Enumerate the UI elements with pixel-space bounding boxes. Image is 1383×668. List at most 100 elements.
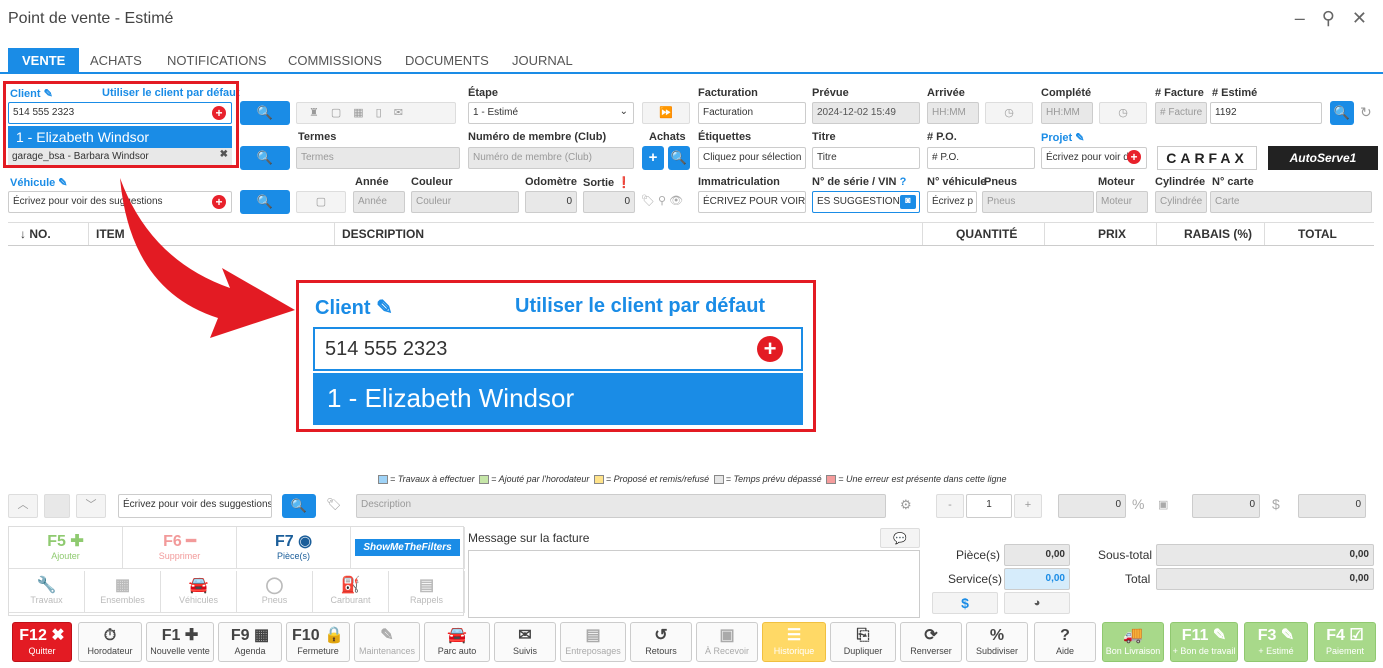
po-input[interactable]: # P.O. [927,147,1035,169]
ncarte-input[interactable]: Carte [1210,191,1372,213]
immatriculation-input[interactable]: ÉCRIVEZ POUR VOIR D [698,191,806,213]
quitter-button[interactable]: F12 ✖ Quitter [12,622,72,662]
etiquettes-select[interactable]: Cliquez pour sélection [698,147,806,169]
complete-clock-icon[interactable]: ◷ [1099,102,1147,124]
col-no[interactable]: ↓ NO. [20,227,51,241]
tab-documents[interactable]: DOCUMENTS [405,53,489,68]
ensembles-button[interactable]: ▦ Ensembles [85,571,161,613]
col-prix[interactable]: PRIX [1098,227,1126,241]
search-achat-button[interactable]: 🔍 [668,146,690,170]
parc-auto-button[interactable]: 🚘 Parc auto [424,622,490,662]
facturation-input[interactable]: Facturation [698,102,806,124]
showmethefilters-button[interactable]: ShowMeTheFilters [351,527,465,569]
message-chat-icon[interactable]: 💬 [880,528,920,548]
tab-achats[interactable]: ACHATS [90,53,142,68]
tab-journal[interactable]: JOURNAL [512,53,573,68]
qty-plus-button[interactable]: + [1014,494,1042,518]
amount-input[interactable]: 0 [1192,494,1260,518]
arrivee-clock-icon[interactable]: ◷ [985,102,1033,124]
aide-button[interactable]: ? Aide [1034,622,1096,662]
col-quantite[interactable]: QUANTITÉ [956,227,1017,241]
historique-button[interactable]: ☰ Historique [762,622,826,662]
qty-input[interactable]: 1 [966,494,1012,518]
membre-input[interactable]: Numéro de membre (Club) [468,147,634,169]
complete-input[interactable]: HH:MM [1041,102,1093,124]
subdiviser-button[interactable]: % Subdiviser [966,622,1028,662]
col-total[interactable]: TOTAL [1298,227,1337,241]
odometre-input[interactable]: 0 [525,191,577,213]
suivis-button[interactable]: ✉ Suivis [494,622,556,662]
etape-select[interactable]: 1 - Estimé ⌄ [468,102,634,124]
entreposages-button[interactable]: ▤ Entreposages [560,622,626,662]
qty-minus-button[interactable]: - [936,494,964,518]
item-search-input[interactable]: Écrivez pour voir des suggestions [118,494,272,518]
vehicule-label[interactable]: Véhicule ✎ [10,176,68,189]
paiement-button[interactable]: F4 ☑ Paiement [1314,622,1376,662]
titre-input[interactable]: Titre [812,147,920,169]
add-achat-button[interactable]: + [642,146,664,170]
horodateur-button[interactable]: ⏱ Horodateur [78,622,142,662]
camera-icon[interactable]: ◙ [900,195,916,209]
refresh-icon[interactable]: ↻ [1360,104,1372,121]
carfax-logo[interactable]: CARFAX [1157,146,1257,170]
sortie-input[interactable]: 0 [583,191,635,213]
settings-icon[interactable]: ⚙ [900,497,912,513]
a-recevoir-button[interactable]: ▣ À Recevoir [696,622,758,662]
pneus-button[interactable]: ◯ Pneus [237,571,313,613]
window-controls[interactable]: – ⚲ ✕ [1295,8,1373,29]
pct-input[interactable]: 0 [1058,494,1126,518]
delete-line-button[interactable]: F6 ━ Supprimer [123,527,237,569]
move-down-icon[interactable]: ﹀ [76,494,106,518]
cylindree-input[interactable]: Cylindrée [1155,191,1207,213]
tag-icon[interactable]: 🏷 [326,497,341,511]
renverser-button[interactable]: ⟳ Renverser [900,622,962,662]
dollar-icon[interactable]: $ [1272,496,1280,512]
pie-chart-icon[interactable]: ◕ [1004,592,1070,614]
travaux-button[interactable]: 🔧 Travaux [9,571,85,613]
moteur-input[interactable]: Moteur [1096,191,1148,213]
search-owner-button[interactable]: 🔍 [240,146,290,170]
add-line-button[interactable]: F5 ✚ Ajouter [9,527,123,569]
bon-livraison-button[interactable]: 🚚 Bon Livraison [1102,622,1164,662]
fermeture-button[interactable]: F10 🔒 Fermeture [286,622,350,662]
retours-button[interactable]: ↺ Retours [630,622,692,662]
vehicle-tools-icons[interactable]: 🏷 ⚲ 👁 [641,194,683,207]
pieces-button[interactable]: F7 ◉ Pièce(s) [237,527,351,569]
next-step-button[interactable]: ⏩ [642,102,690,124]
description-input[interactable]: Description [356,494,886,518]
nouvelle-vente-button[interactable]: F1 ✚ Nouvelle vente [146,622,214,662]
carburant-button[interactable]: ⛽ Carburant [313,571,389,613]
maintenances-button[interactable]: ✎ Maintenances [354,622,420,662]
add-projet-icon[interactable]: + [1127,150,1141,164]
dupliquer-button[interactable]: ⎘ Dupliquer [830,622,896,662]
bon-de-travail-button[interactable]: F11 ✎ + Bon de travail [1170,622,1238,662]
search-estime-button[interactable]: 🔍 [1330,101,1354,125]
arrivee-input[interactable]: HH:MM [927,102,979,124]
prevue-input[interactable]: 2024-12-02 15:49 [812,102,920,124]
nvehicule-input[interactable]: Écrivez p [927,191,977,213]
projet-label[interactable]: Projet ✎ [1041,131,1084,144]
move-up-icon[interactable]: ︿ [8,494,38,518]
facture-input[interactable]: # Facture [1155,102,1207,124]
col-description[interactable]: DESCRIPTION [342,227,424,241]
couleur-input[interactable]: Couleur [411,191,519,213]
tab-notifications[interactable]: NOTIFICATIONS [167,53,266,68]
tab-vente[interactable]: VENTE [8,48,80,74]
rappels-button[interactable]: ▤ Rappels [389,571,465,613]
termes-input[interactable]: Termes [296,147,460,169]
annee-input[interactable]: Année [353,191,405,213]
autoserve-logo[interactable]: AutoServe1 [1268,146,1378,170]
client-actions[interactable]: ♜▢▦▯✉ [296,102,456,124]
message-textarea[interactable] [468,550,920,618]
col-rabais[interactable]: RABAIS (%) [1184,227,1252,241]
total-input[interactable]: 0 [1298,494,1366,518]
estime-button[interactable]: F3 ✎ + Estimé [1244,622,1308,662]
search-client-button[interactable]: 🔍 [240,101,290,125]
line-color-box[interactable] [44,494,70,518]
cash-icon[interactable]: ▣ [1158,498,1168,511]
agenda-button[interactable]: F9 ▦ Agenda [218,622,282,662]
dollar-button[interactable]: $ [932,592,998,614]
tab-commissions[interactable]: COMMISSIONS [288,53,382,68]
percent-icon[interactable]: % [1132,496,1144,512]
pneus-input[interactable]: Pneus [982,191,1094,213]
